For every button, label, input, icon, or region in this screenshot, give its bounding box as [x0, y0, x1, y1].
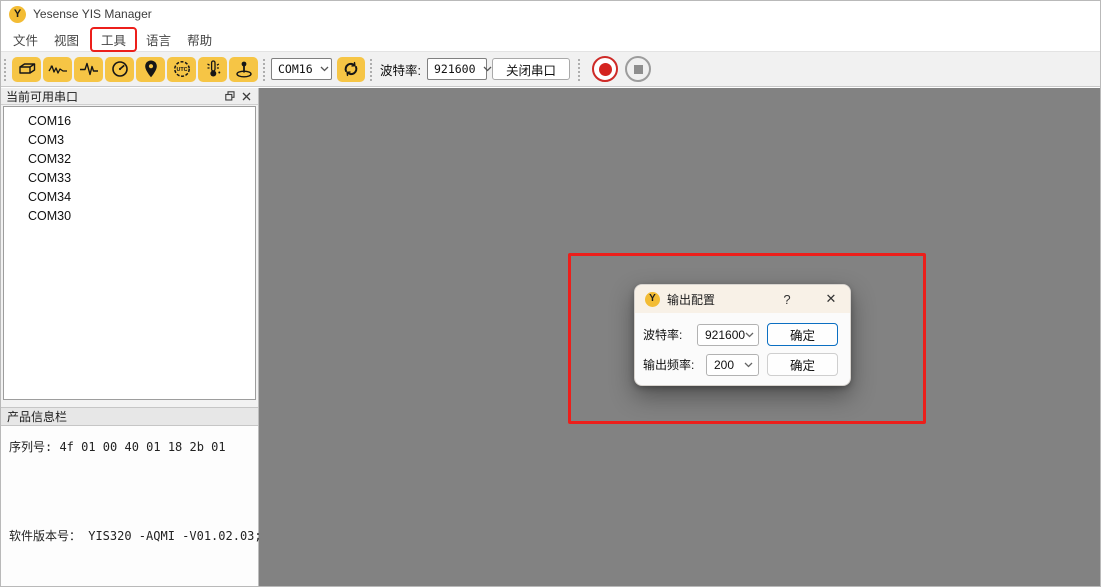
port-list-item[interactable]: COM3	[4, 131, 255, 150]
record-button[interactable]	[592, 56, 618, 82]
toolbar-port-section: COM16	[271, 51, 367, 87]
vibration-thermometer-icon[interactable]	[198, 57, 227, 82]
dialog-close-icon[interactable]: ✕	[820, 291, 842, 307]
port-list-item[interactable]: COM32	[4, 150, 255, 169]
stop-icon	[634, 65, 643, 74]
app-logo-icon: Y	[9, 6, 26, 23]
close-panel-icon[interactable]	[238, 89, 254, 103]
stop-button[interactable]	[625, 56, 651, 82]
serial-number-line: 序列号: 4f 01 00 40 01 18 2b 01	[9, 438, 252, 455]
port-select[interactable]: COM16	[271, 58, 332, 80]
svg-text:UTC: UTC	[176, 67, 187, 73]
gauge-icon[interactable]	[105, 57, 134, 82]
dialog-output-rate-value: 200	[714, 358, 734, 372]
dialog-title: 输出配置	[667, 291, 776, 308]
output-rate-confirm-button[interactable]: 确定	[767, 353, 838, 376]
chevron-down-icon	[483, 66, 492, 72]
titlebar: Y Yesense YIS Manager	[1, 1, 1100, 27]
refresh-ports-icon[interactable]	[337, 57, 365, 82]
output-rate-row: 输出频率: 200 确定	[643, 353, 838, 376]
record-icon	[599, 63, 612, 76]
port-list-item[interactable]: COM16	[4, 112, 255, 131]
waveform-chart-icon[interactable]	[43, 57, 72, 82]
dialog-output-rate-label: 输出频率:	[643, 356, 694, 373]
menu-item-language[interactable]: 语言	[139, 28, 178, 51]
chevron-down-icon	[744, 362, 753, 368]
firmware-version-line: 软件版本号： YIS320 -AQMI -V01.02.03;	[9, 527, 252, 544]
dialog-baud-label: 波特率:	[643, 326, 682, 343]
output-config-dialog: Y 输出配置 ? ✕ 波特率: 921600 确定 输出频率: 200	[634, 284, 851, 386]
3d-box-icon[interactable]	[12, 57, 41, 82]
dialog-output-rate-select[interactable]: 200	[706, 354, 759, 376]
dialog-logo-icon: Y	[645, 292, 660, 307]
chevron-down-icon	[320, 66, 329, 72]
dialog-titlebar: Y 输出配置 ? ✕	[635, 285, 850, 313]
menu-item-tools[interactable]: 工具	[90, 27, 137, 52]
app-window: Y Yesense YIS Manager 文件 视图 工具 语言 帮助	[0, 0, 1101, 587]
port-list: COM16 COM3 COM32 COM33 COM34 COM30	[3, 106, 256, 400]
window-title: Yesense YIS Manager	[33, 7, 152, 21]
toolbar-grip[interactable]	[3, 57, 8, 81]
product-info-header: 产品信息栏	[1, 407, 258, 426]
menubar: 文件 视图 工具 语言 帮助	[1, 27, 1100, 51]
toolbar-baud-section: 波特率: 921600 关闭串口	[378, 51, 570, 87]
port-list-item[interactable]: COM33	[4, 169, 255, 188]
baud-rate-row: 波特率: 921600 确定	[643, 323, 838, 346]
serial-ports-panel: 当前可用串口 COM16 COM3 COM32 COM33 COM34 COM3…	[1, 88, 259, 586]
ports-panel-header: 当前可用串口	[1, 88, 258, 105]
toolbar-record-section	[586, 51, 651, 87]
toolbar-grip[interactable]	[262, 57, 267, 81]
port-list-item[interactable]: COM34	[4, 188, 255, 207]
product-info-body: 序列号: 4f 01 00 40 01 18 2b 01 软件版本号： YIS3…	[1, 426, 258, 586]
close-serial-port-button[interactable]: 关闭串口	[492, 58, 570, 80]
ports-panel-title: 当前可用串口	[6, 88, 222, 105]
float-panel-icon[interactable]	[222, 89, 238, 103]
port-select-value: COM16	[278, 62, 313, 76]
toolbar-view-section: UTC	[12, 51, 260, 87]
joystick-icon[interactable]	[229, 57, 258, 82]
dialog-baud-value: 921600	[705, 328, 745, 342]
pulse-signal-icon[interactable]	[74, 57, 103, 82]
product-info-title: 产品信息栏	[7, 408, 67, 425]
baud-rate-select[interactable]: 921600	[427, 58, 487, 80]
toolbar: UTC COM16	[1, 51, 1100, 87]
port-list-item[interactable]: COM30	[4, 207, 255, 226]
content-area: 当前可用串口 COM16 COM3 COM32 COM33 COM34 COM3…	[1, 88, 1100, 586]
toolbar-grip[interactable]	[577, 57, 582, 81]
baud-rate-label: 波特率:	[380, 60, 421, 79]
location-pin-icon[interactable]	[136, 57, 165, 82]
toolbar-grip[interactable]	[369, 57, 374, 81]
utc-clock-icon[interactable]: UTC	[167, 57, 196, 82]
menu-item-view[interactable]: 视图	[47, 28, 86, 51]
menu-item-help[interactable]: 帮助	[180, 28, 219, 51]
dialog-baud-select[interactable]: 921600	[697, 324, 759, 346]
dialog-help-button[interactable]: ?	[776, 292, 798, 307]
baud-rate-value: 921600	[434, 62, 476, 76]
chevron-down-icon	[745, 332, 754, 338]
baud-confirm-button[interactable]: 确定	[767, 323, 838, 346]
menu-item-file[interactable]: 文件	[6, 28, 45, 51]
